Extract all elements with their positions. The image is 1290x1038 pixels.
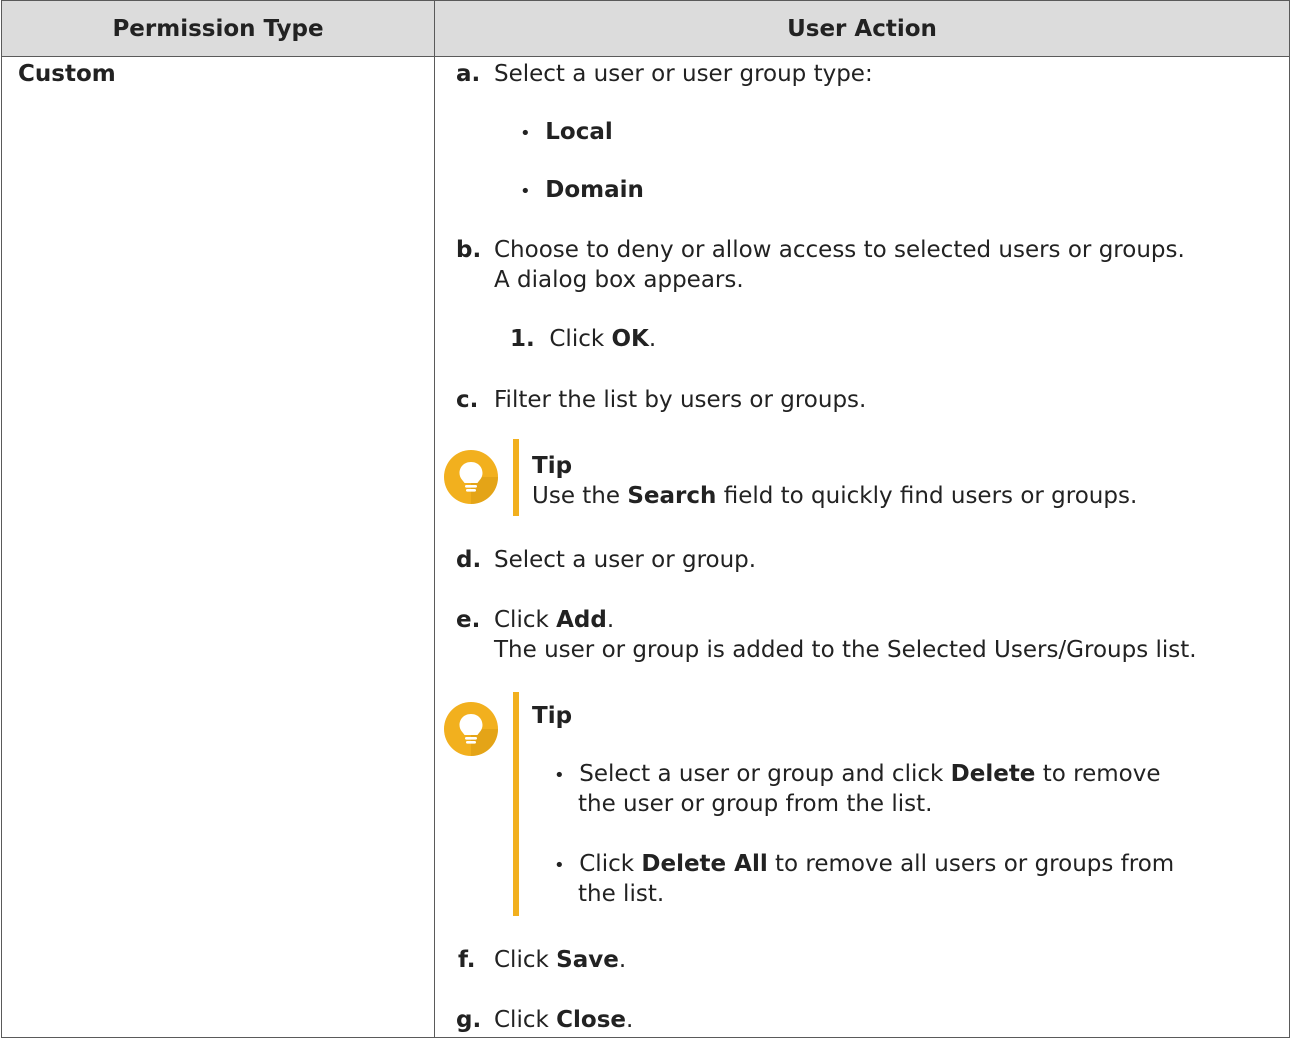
step-b-letter: b.: [456, 237, 482, 263]
lightbulb-icon: [444, 450, 498, 504]
bullet-local: • Local: [520, 119, 613, 145]
tip-bullet-delete-all: • Click Delete All to remove all users o…: [554, 851, 1175, 877]
tip-bullet-delete-all-line2: the list.: [578, 881, 665, 907]
table-header-row: Permission Type User Action: [1, 0, 1290, 57]
step-b-text: Choose to deny or allow access to select…: [494, 237, 1185, 263]
step-d-text: Select a user or group.: [494, 547, 757, 573]
step-b-line2: A dialog box appears.: [494, 267, 744, 293]
step-f-text: Click Save.: [494, 947, 627, 973]
bullet-dot: •: [554, 765, 565, 786]
step-g-text: Click Close.: [494, 1007, 634, 1033]
step-d-letter: d.: [456, 547, 482, 573]
lightbulb-icon: [444, 702, 498, 756]
header-permission-type: Permission Type: [1, 0, 435, 57]
bullet-dot: •: [520, 181, 531, 202]
step-c-letter: c.: [456, 387, 479, 413]
tip-text: Use the Search field to quickly find use…: [532, 483, 1138, 509]
step-a-text: Select a user or user group type:: [494, 61, 873, 87]
step-c-text: Filter the list by users or groups.: [494, 387, 867, 413]
tip-bullet-delete-line2: the user or group from the list.: [578, 791, 933, 817]
tip-accent-bar: [513, 692, 519, 916]
step-b-sub-item: 1. Click OK.: [510, 326, 657, 352]
tip-title: Tip: [532, 453, 573, 479]
step-f-letter: f.: [458, 947, 476, 973]
header-user-action: User Action: [434, 0, 1290, 57]
bullet-dot: •: [554, 855, 565, 876]
step-e-text: Click Add.: [494, 607, 615, 633]
permission-type-cell: [1, 56, 435, 1038]
step-a-letter: a.: [456, 61, 481, 87]
step-e-letter: e.: [456, 607, 481, 633]
step-e-line2: The user or group is added to the Select…: [494, 637, 1197, 663]
tip-title: Tip: [532, 703, 573, 729]
step-g-letter: g.: [456, 1007, 482, 1033]
bullet-domain: • Domain: [520, 177, 644, 203]
tip-bullet-delete: • Select a user or group and click Delet…: [554, 761, 1161, 787]
tip-accent-bar: [513, 439, 519, 516]
bullet-dot: •: [520, 123, 531, 144]
permission-type-custom: Custom: [18, 61, 116, 87]
